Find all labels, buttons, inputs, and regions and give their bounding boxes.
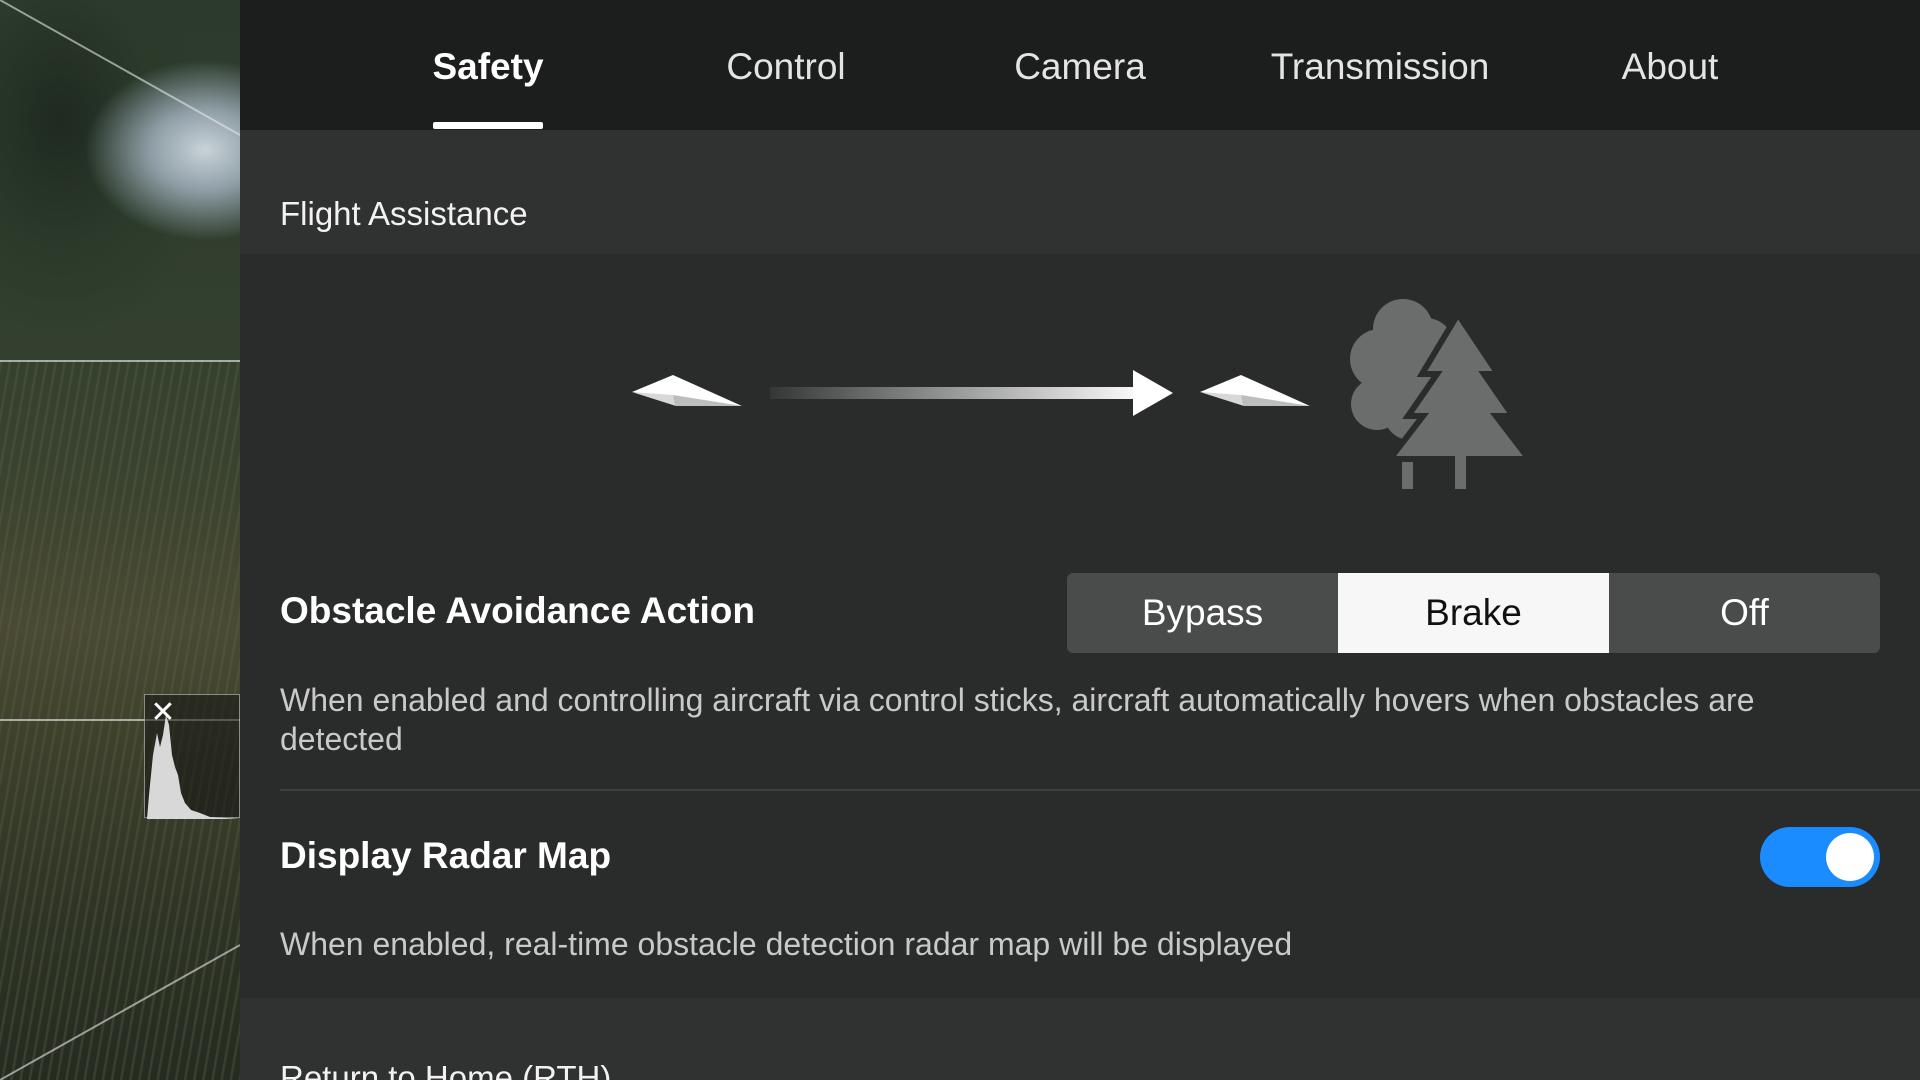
arrow-right-icon: [770, 370, 1173, 416]
paper-plane-icon: [632, 375, 742, 406]
settings-panel: Safety Control Camera Transmission About…: [240, 0, 1920, 1080]
option-off[interactable]: Off: [1609, 573, 1880, 653]
tab-safety[interactable]: Safety: [403, 0, 573, 130]
divider: [280, 789, 1920, 791]
radar-map-toggle[interactable]: [1760, 827, 1880, 887]
obstacle-avoidance-description: When enabled and controlling aircraft vi…: [280, 682, 1755, 757]
rth-section-header: Return to Home (RTH): [240, 998, 1920, 1080]
option-bypass[interactable]: Bypass: [1067, 573, 1338, 653]
section-title: Flight Assistance: [280, 195, 528, 232]
tab-transmission[interactable]: Transmission: [1250, 0, 1510, 130]
app-root: ✕ Safety Control Camera Transmission Abo…: [0, 0, 1920, 1080]
paper-plane-icon: [1200, 375, 1310, 406]
camera-live-view[interactable]: ✕: [0, 0, 241, 1080]
illustration-graphic: [632, 299, 1536, 489]
tab-camera[interactable]: Camera: [990, 0, 1170, 130]
histogram-widget: ✕: [144, 694, 241, 819]
radar-map-title: Display Radar Map: [280, 835, 612, 876]
section-title: Return to Home (RTH): [280, 1059, 612, 1080]
radar-map-description: When enabled, real-time obstacle detecti…: [280, 926, 1293, 962]
tab-about[interactable]: About: [1580, 0, 1760, 130]
obstacle-avoidance-illustration: [240, 254, 1920, 554]
close-icon[interactable]: ✕: [149, 698, 177, 728]
camera-diagonal-lines: [0, 0, 240, 1080]
obstacle-avoidance-selector: Bypass Brake Off: [1067, 573, 1880, 653]
settings-tab-bar: Safety Control Camera Transmission About: [240, 0, 1920, 130]
flight-assistance-header: Flight Assistance: [240, 130, 1920, 254]
obstacle-avoidance-title: Obstacle Avoidance Action: [280, 590, 755, 631]
trees-icon: [1350, 299, 1536, 489]
option-brake[interactable]: Brake: [1338, 573, 1609, 653]
toggle-knob: [1826, 833, 1874, 881]
tab-control[interactable]: Control: [696, 0, 876, 130]
active-tab-indicator: [433, 122, 543, 129]
